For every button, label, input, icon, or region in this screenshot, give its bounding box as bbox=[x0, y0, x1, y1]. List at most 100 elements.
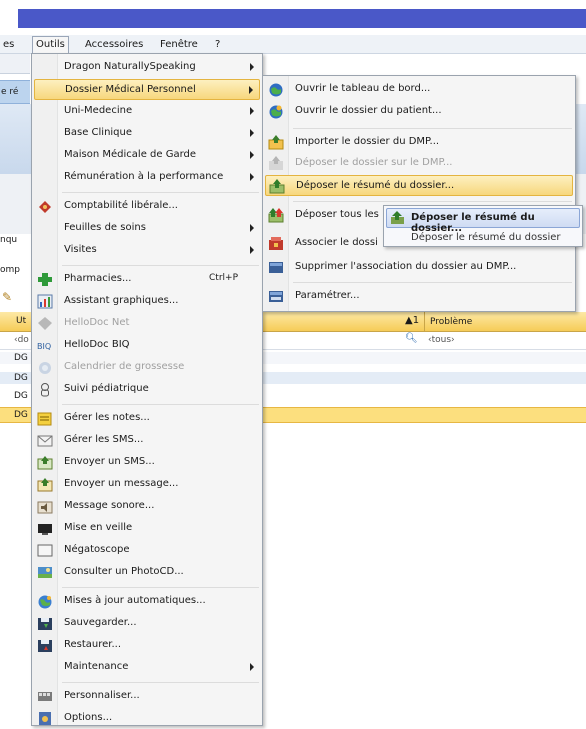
menu-item-label: Uni-Medecine bbox=[64, 105, 133, 116]
menu-item-comptabilite-liberale[interactable]: Comptabilité libérale... bbox=[34, 196, 260, 217]
menubar-item-help[interactable]: ? bbox=[212, 37, 223, 52]
menu-item-maintenance[interactable]: Maintenance bbox=[34, 657, 260, 678]
menu-item-label: Message sonore... bbox=[64, 500, 155, 511]
menu-item-label: Assistant graphiques... bbox=[64, 295, 179, 306]
menu-item-uni-medecine[interactable]: Uni-Medecine bbox=[34, 101, 260, 122]
menu-item-base-clinique[interactable]: Base Clinique bbox=[34, 123, 260, 144]
standby-icon bbox=[37, 521, 53, 536]
menu-item-pharmacies[interactable]: Pharmacies... Ctrl+P bbox=[34, 269, 260, 290]
menu-item-gerer-les-sms[interactable]: Gérer les SMS... bbox=[34, 430, 260, 451]
upload-summary-icon bbox=[390, 211, 406, 225]
menu-item-label: Gérer les notes... bbox=[64, 412, 150, 423]
menu-item-negatoscope[interactable]: Négatoscope bbox=[34, 540, 260, 561]
menu-item-consulter-un-photocd[interactable]: Consulter un PhotoCD... bbox=[34, 562, 260, 583]
submenu-arrow-icon bbox=[249, 86, 253, 94]
notes-icon bbox=[37, 411, 53, 426]
row-cell: DG bbox=[14, 410, 28, 420]
calendar-icon bbox=[37, 360, 53, 375]
search-icon[interactable]: 🔍︎ bbox=[405, 333, 418, 344]
menu-item-label: Feuilles de soins bbox=[64, 222, 146, 233]
menu-separator bbox=[62, 587, 259, 588]
menu-item-suivi-pediatrique[interactable]: Suivi pédiatrique bbox=[34, 379, 260, 400]
menu-item-label: HelloDoc Net bbox=[64, 317, 130, 328]
grid-col-probleme[interactable]: Problème bbox=[424, 312, 472, 332]
menu-item-label: Envoyer un SMS... bbox=[64, 456, 155, 467]
popup-tooltip-text: Déposer le résumé du dossier bbox=[411, 232, 561, 243]
menu-item-label: Maintenance bbox=[64, 661, 129, 672]
menu-item-ouvrir-le-dossier-du-patient[interactable]: Ouvrir le dossier du patient... bbox=[265, 101, 573, 122]
menubar-item-accessoires[interactable]: Accessoires bbox=[82, 37, 146, 52]
baby-icon bbox=[37, 382, 53, 397]
menu-item-envoyer-un-sms[interactable]: Envoyer un SMS... bbox=[34, 452, 260, 473]
menu-item-dossier-medical-personnel[interactable]: Dossier Médical Personnel bbox=[34, 79, 260, 100]
accounting-icon bbox=[37, 199, 53, 214]
menu-item-label: Importer le dossier du DMP... bbox=[295, 136, 440, 147]
grid-col-user[interactable]: Ut bbox=[16, 316, 26, 326]
menu-item-supprimer-l-association-du-dossier-au-dmp[interactable]: Supprimer l'association du dossier au DM… bbox=[265, 257, 573, 278]
menu-item-maison-medicale-de-garde[interactable]: Maison Médicale de Garde bbox=[34, 145, 260, 166]
menu-item-label: Visites bbox=[64, 244, 97, 255]
menu-item-visites[interactable]: Visites bbox=[34, 240, 260, 261]
customize-icon bbox=[37, 689, 53, 704]
menubar-item-fenetre[interactable]: Fenêtre bbox=[157, 37, 201, 52]
filter-user[interactable]: ‹do bbox=[14, 335, 29, 345]
submenu-arrow-icon bbox=[250, 173, 254, 181]
send-message-icon bbox=[37, 477, 53, 492]
menu-item-deposer-le-dossier-sur-le-dmp: Déposer le dossier sur le DMP... bbox=[265, 153, 573, 174]
menu-item-label: Personnaliser... bbox=[64, 690, 140, 701]
menu-item-envoyer-un-message[interactable]: Envoyer un message... bbox=[34, 474, 260, 495]
menu-item-ouvrir-le-tableau-de-bord[interactable]: Ouvrir le tableau de bord... bbox=[265, 79, 573, 100]
menu-item-label: Mises à jour automatiques... bbox=[64, 595, 206, 606]
menu-item-label: Pharmacies... bbox=[64, 273, 132, 284]
send-sms-icon bbox=[37, 455, 53, 470]
pharmacy-cross-icon bbox=[37, 272, 53, 287]
field-label-comp: omp bbox=[0, 265, 20, 275]
menu-item-restaurer[interactable]: Restaurer... bbox=[34, 635, 260, 656]
menu-item-remuneration-a-la-performance[interactable]: Rémunération à la performance bbox=[34, 167, 260, 188]
menu-item-shortcut: Ctrl+P bbox=[209, 273, 238, 283]
menu-item-assistant-graphiques[interactable]: Assistant graphiques... bbox=[34, 291, 260, 312]
menu-item-label: Déposer tous les bbox=[295, 209, 379, 220]
menu-separator bbox=[293, 282, 572, 283]
menu-item-personnaliser[interactable]: Personnaliser... bbox=[34, 686, 260, 707]
menu-item-parametrer[interactable]: Paramétrer... bbox=[265, 286, 573, 307]
menu-item-mise-en-veille[interactable]: Mise en veille bbox=[34, 518, 260, 539]
globe-patient-icon bbox=[268, 104, 284, 119]
row-cell: DG bbox=[14, 353, 28, 363]
upload-summary-popup: Déposer le résumé du dossier... Déposer … bbox=[383, 205, 583, 247]
sort-indicator: ▲1 bbox=[405, 315, 420, 326]
dmp-submenu: Ouvrir le tableau de bord... Ouvrir le do… bbox=[262, 75, 576, 312]
biq-icon: BIQ bbox=[37, 338, 53, 353]
update-globe-icon bbox=[37, 594, 53, 609]
menu-item-mises-a-jour-automatiques[interactable]: Mises à jour automatiques... bbox=[34, 591, 260, 612]
menu-separator bbox=[62, 192, 259, 193]
menu-item-dragon-naturallyspeaking[interactable]: Dragon NaturallySpeaking bbox=[34, 57, 260, 78]
menu-item-label: Consulter un PhotoCD... bbox=[64, 566, 184, 577]
menubar: es Outils Accessoires Fenêtre ? bbox=[0, 35, 586, 54]
popup-item-highlight[interactable]: Déposer le résumé du dossier... bbox=[386, 208, 580, 234]
menu-item-label: HelloDoc BIQ bbox=[64, 339, 130, 350]
menu-item-label: Base Clinique bbox=[64, 127, 133, 138]
menu-item-label: Supprimer l'association du dossier au DM… bbox=[295, 261, 517, 272]
restore-icon bbox=[37, 638, 53, 653]
menu-item-feuilles-de-soins[interactable]: Feuilles de soins bbox=[34, 218, 260, 239]
globe-icon bbox=[268, 82, 284, 97]
menu-item-message-sonore[interactable]: Message sonore... bbox=[34, 496, 260, 517]
submenu-arrow-icon bbox=[250, 224, 254, 232]
submenu-arrow-icon bbox=[250, 63, 254, 71]
menu-item-label: Mise en veille bbox=[64, 522, 133, 533]
menu-item-sauvegarder[interactable]: Sauvegarder... bbox=[34, 613, 260, 634]
settings-icon bbox=[268, 289, 284, 304]
menu-item-gerer-les-notes[interactable]: Gérer les notes... bbox=[34, 408, 260, 429]
menubar-item-outils[interactable]: Outils bbox=[32, 36, 69, 54]
menu-item-hellodoc-biq[interactable]: BIQ HelloDoc BIQ bbox=[34, 335, 260, 356]
menu-item-label: Dossier Médical Personnel bbox=[65, 84, 196, 95]
menubar-item-edition[interactable]: es bbox=[0, 37, 17, 52]
menu-item-importer-le-dossier-du-dmp[interactable]: Importer le dossier du DMP... bbox=[265, 132, 573, 153]
filter-probleme[interactable]: ‹tous› bbox=[428, 335, 455, 345]
patient-tab-label[interactable]: e ré bbox=[1, 87, 18, 97]
menu-item-deposer-le-resume-du-dossier[interactable]: Déposer le résumé du dossier... bbox=[265, 175, 573, 196]
edit-pencil-icon[interactable]: ✎ bbox=[2, 290, 12, 304]
menu-item-label: Ouvrir le dossier du patient... bbox=[295, 105, 442, 116]
menu-separator bbox=[293, 201, 572, 202]
